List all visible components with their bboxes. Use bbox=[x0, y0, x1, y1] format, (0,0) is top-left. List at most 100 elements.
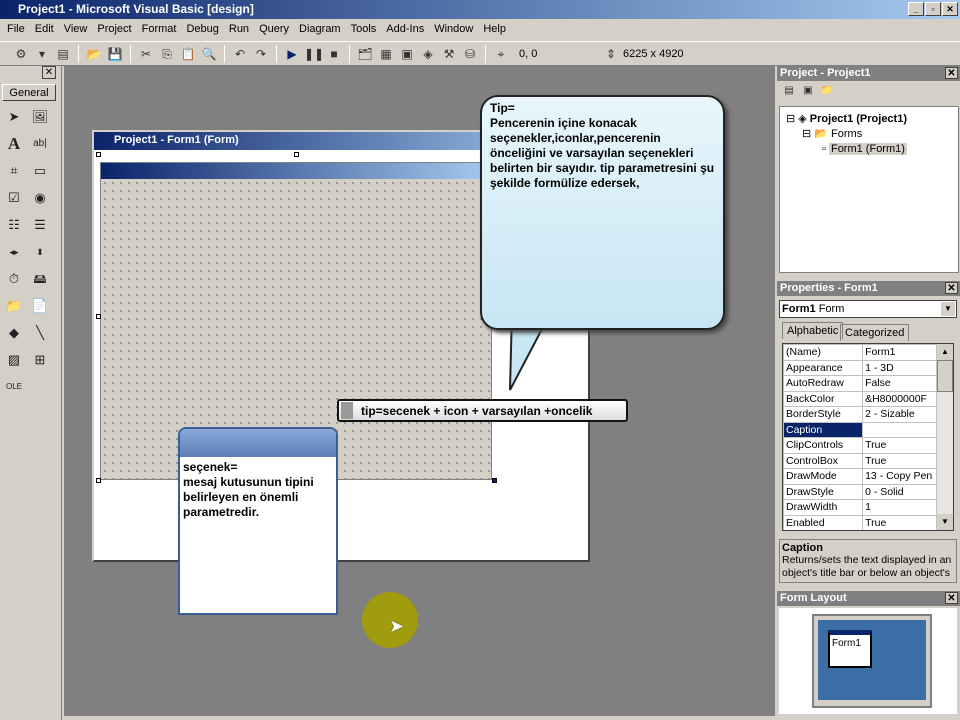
close-button[interactable]: ✕ bbox=[942, 2, 958, 16]
minimize-button[interactable]: _ bbox=[908, 2, 924, 16]
save-icon[interactable]: 💾 bbox=[106, 45, 124, 63]
open-icon[interactable]: 📂 bbox=[85, 45, 103, 63]
resize-handle[interactable] bbox=[96, 478, 101, 483]
property-value[interactable]: True bbox=[862, 514, 937, 530]
property-value[interactable]: 1 - 3D bbox=[862, 359, 937, 376]
menu-file[interactable]: File bbox=[2, 20, 30, 40]
property-row[interactable]: Caption bbox=[783, 421, 937, 438]
ole-tool-icon[interactable]: OLE bbox=[3, 376, 25, 398]
timer-tool-icon[interactable]: ⏱ bbox=[3, 268, 25, 290]
menu-editor-icon[interactable]: ▤ bbox=[54, 45, 72, 63]
menu-addins[interactable]: Add-Ins bbox=[381, 20, 429, 40]
property-row[interactable]: BorderStyle 2 - Sizable bbox=[783, 406, 937, 423]
close-icon[interactable]: ✕ bbox=[945, 592, 958, 604]
tree-item-forms[interactable]: ⊟ 📂 Forms bbox=[802, 127, 862, 140]
properties-scrollbar[interactable]: ▲ ▼ bbox=[937, 344, 953, 530]
line-tool-icon[interactable]: ╲ bbox=[29, 322, 51, 344]
toolbox-icon[interactable]: ⚒ bbox=[440, 45, 458, 63]
property-value[interactable]: 2 - Sizable bbox=[862, 406, 937, 423]
property-value[interactable]: 0 - Solid bbox=[862, 483, 937, 500]
shape-tool-icon[interactable]: ◆ bbox=[3, 322, 25, 344]
property-row[interactable]: DrawMode 13 - Copy Pen bbox=[783, 468, 937, 485]
menu-tools[interactable]: Tools bbox=[346, 20, 382, 40]
menu-run[interactable]: Run bbox=[224, 20, 254, 40]
tree-item-project[interactable]: ⊟ ◈ Project1 (Project1) bbox=[786, 112, 907, 125]
checkbox-tool-icon[interactable]: ☑ bbox=[3, 187, 25, 209]
object-browser-icon[interactable]: ◈ bbox=[419, 45, 437, 63]
menu-query[interactable]: Query bbox=[254, 20, 294, 40]
property-value[interactable]: False bbox=[862, 375, 937, 392]
property-value[interactable]: 1 bbox=[862, 499, 937, 516]
menu-format[interactable]: Format bbox=[137, 20, 182, 40]
property-row[interactable]: DrawWidth 1 bbox=[783, 499, 937, 516]
drivelistbox-tool-icon[interactable]: 🖴 bbox=[29, 268, 51, 290]
close-icon[interactable]: ✕ bbox=[945, 282, 958, 294]
properties-icon[interactable]: ▦ bbox=[377, 45, 395, 63]
add-project-icon[interactable]: ⚙ bbox=[12, 45, 30, 63]
property-row[interactable]: AutoRedraw False bbox=[783, 375, 937, 392]
frame-tool-icon[interactable]: ⌗ bbox=[3, 160, 25, 182]
property-value[interactable]: Form1 bbox=[862, 344, 937, 361]
undo-icon[interactable]: ↶ bbox=[231, 45, 249, 63]
pointer-tool-icon[interactable]: ➤ bbox=[3, 106, 25, 128]
menu-window[interactable]: Window bbox=[429, 20, 478, 40]
property-row[interactable]: DrawStyle 0 - Solid bbox=[783, 483, 937, 500]
restore-button[interactable]: ▫ bbox=[925, 2, 941, 16]
property-row[interactable]: ControlBox True bbox=[783, 452, 937, 469]
menu-debug[interactable]: Debug bbox=[181, 20, 223, 40]
picturebox-tool-icon[interactable]: 🖼 bbox=[29, 106, 51, 128]
tree-item-form1[interactable]: ▫ Form1 (Form1) bbox=[822, 143, 907, 155]
listbox-tool-icon[interactable]: ☰ bbox=[29, 214, 51, 236]
tab-alphabetic[interactable]: Alphabetic bbox=[782, 322, 844, 339]
run-icon[interactable]: ▶ bbox=[283, 45, 301, 63]
add-form-icon[interactable]: ▾ bbox=[33, 45, 51, 63]
toolbox-tab-general[interactable]: General bbox=[2, 84, 56, 101]
find-icon[interactable]: 🔍 bbox=[200, 45, 218, 63]
chevron-down-icon[interactable]: ▼ bbox=[941, 302, 955, 316]
property-value[interactable]: &H8000000F bbox=[862, 390, 937, 407]
commandbutton-tool-icon[interactable]: ▭ bbox=[29, 160, 51, 182]
form-layout-form1[interactable]: Form1 bbox=[828, 630, 872, 668]
property-value[interactable]: 13 - Copy Pen bbox=[862, 468, 937, 485]
view-object-icon[interactable]: ▣ bbox=[800, 84, 816, 98]
resize-handle[interactable] bbox=[96, 152, 101, 157]
property-row[interactable]: Appearance 1 - 3D bbox=[783, 359, 937, 376]
close-icon[interactable]: ✕ bbox=[945, 67, 958, 79]
property-value[interactable]: True bbox=[862, 452, 937, 469]
vscrollbar-tool-icon[interactable]: ⬍ bbox=[29, 241, 51, 263]
view-code-icon[interactable]: ▤ bbox=[781, 84, 797, 98]
resize-handle[interactable] bbox=[96, 314, 101, 319]
object-selector[interactable]: Form1 Form ▼ bbox=[779, 300, 957, 318]
toggle-folders-icon[interactable]: 📁 bbox=[819, 84, 835, 98]
tab-categorized[interactable]: Categorized bbox=[840, 324, 910, 341]
data-view-icon[interactable]: ⛁ bbox=[461, 45, 479, 63]
cut-icon[interactable]: ✂ bbox=[137, 45, 155, 63]
redo-icon[interactable]: ↷ bbox=[252, 45, 270, 63]
form-layout-icon[interactable]: ▣ bbox=[398, 45, 416, 63]
stop-icon[interactable]: ■ bbox=[325, 45, 343, 63]
filelistbox-tool-icon[interactable]: 📄 bbox=[29, 295, 51, 317]
property-value[interactable] bbox=[862, 421, 937, 438]
toolbox-close-icon[interactable]: ✕ bbox=[42, 66, 56, 79]
hscrollbar-tool-icon[interactable]: ◂▸ bbox=[3, 241, 25, 263]
pause-icon[interactable]: ❚❚ bbox=[304, 45, 324, 63]
menu-view[interactable]: View bbox=[59, 20, 93, 40]
combobox-tool-icon[interactable]: ☷ bbox=[3, 214, 25, 236]
property-value[interactable]: True bbox=[862, 437, 937, 454]
optionbutton-tool-icon[interactable]: ◉ bbox=[29, 187, 51, 209]
resize-handle[interactable] bbox=[294, 152, 299, 157]
property-row[interactable]: (Name) Form1 bbox=[783, 344, 937, 361]
property-row[interactable]: ClipControls True bbox=[783, 437, 937, 454]
property-row[interactable]: BackColor &H8000000F bbox=[783, 390, 937, 407]
project-explorer-icon[interactable]: 🗂 bbox=[356, 45, 374, 63]
menu-diagram[interactable]: Diagram bbox=[294, 20, 346, 40]
label-tool-icon[interactable]: A bbox=[3, 133, 25, 155]
dirlistbox-tool-icon[interactable]: 📁 bbox=[3, 295, 25, 317]
resize-handle[interactable] bbox=[492, 478, 497, 483]
image-tool-icon[interactable]: ▨ bbox=[3, 349, 25, 371]
menu-project[interactable]: Project bbox=[92, 20, 136, 40]
property-row[interactable]: Enabled True bbox=[783, 514, 937, 530]
menu-help[interactable]: Help bbox=[478, 20, 511, 40]
textbox-tool-icon[interactable]: ab| bbox=[29, 133, 51, 155]
menu-edit[interactable]: Edit bbox=[30, 20, 59, 40]
